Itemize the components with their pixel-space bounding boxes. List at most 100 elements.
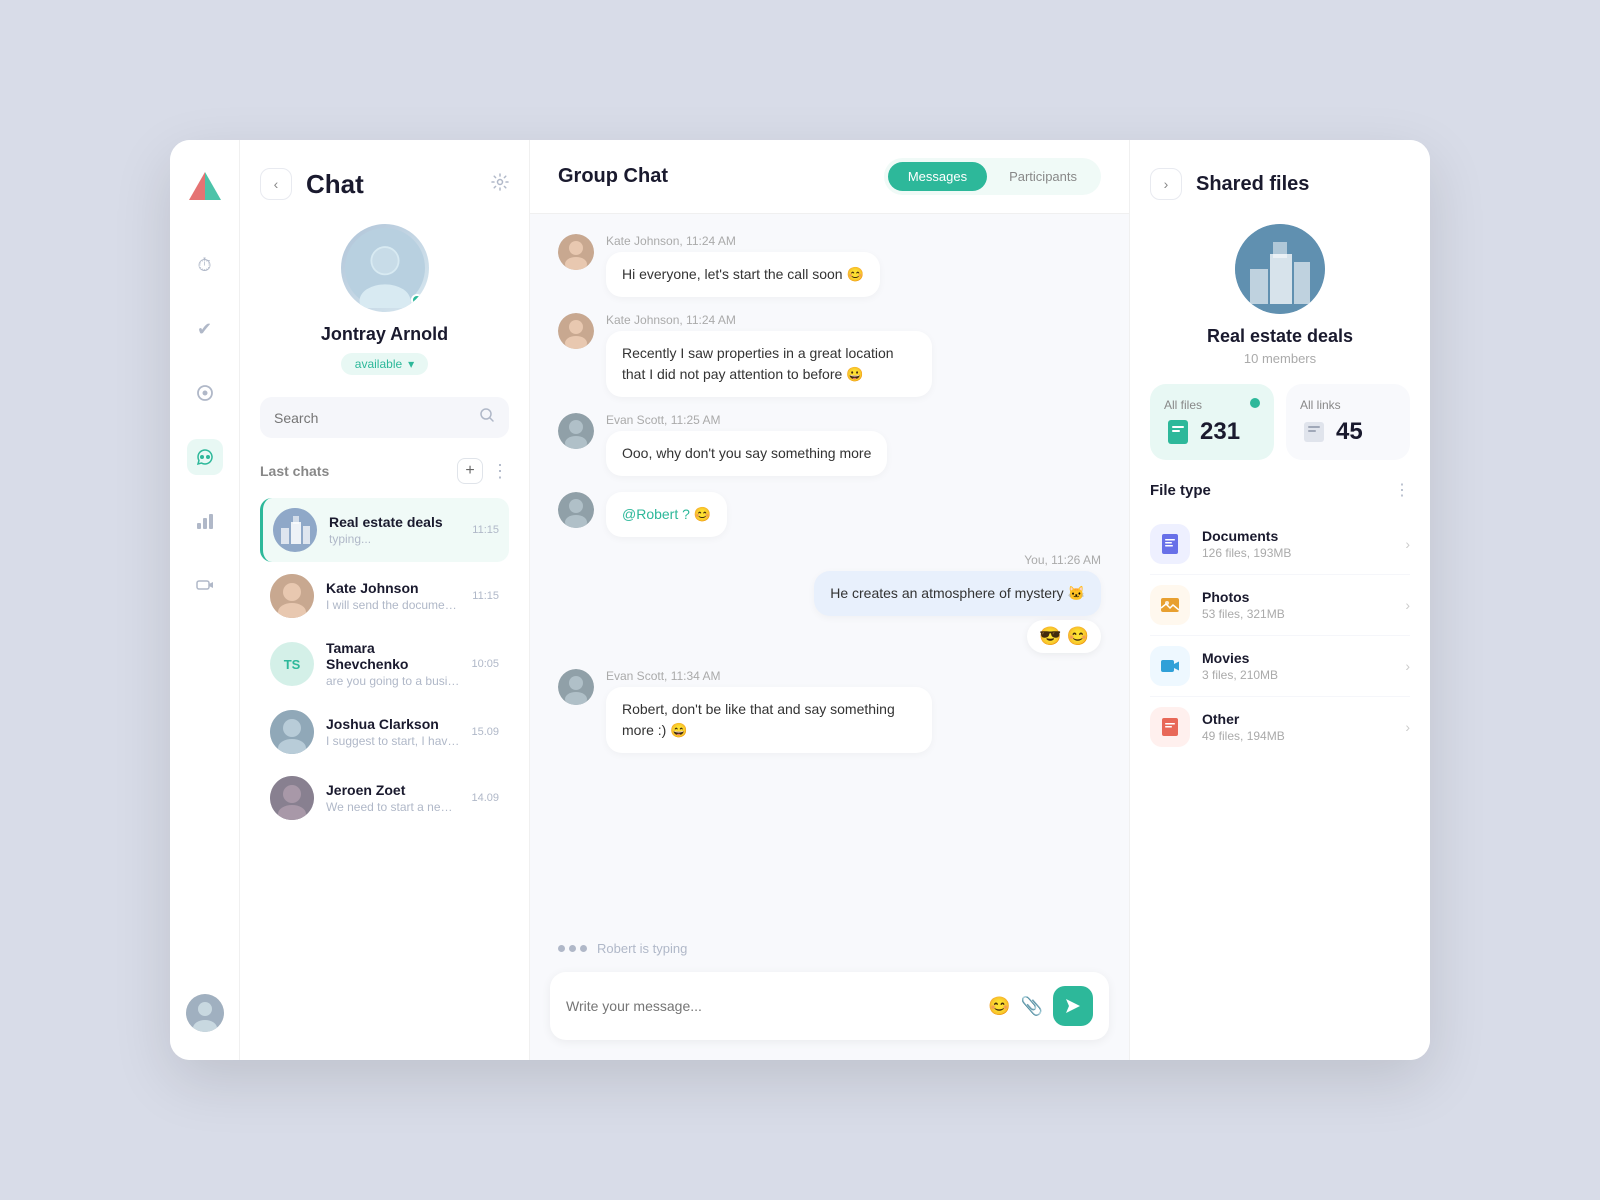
message-row-self: You, 11:26 AM He creates an atmosphere o… (558, 553, 1101, 653)
file-name: Other (1202, 711, 1393, 727)
last-chats-title: Last chats (260, 463, 329, 479)
msg-bubble: Hi everyone, let's start the call soon 😊 (606, 252, 880, 297)
right-back-button[interactable]: › (1150, 168, 1182, 200)
more-options-icon[interactable]: ⋮ (491, 461, 509, 482)
file-meta: 3 files, 210MB (1202, 668, 1393, 682)
msg-sender-self: You, 11:26 AM (1024, 553, 1101, 567)
chat-avatar-kate (270, 574, 314, 618)
message-input-area: 😊 📎 (550, 972, 1109, 1040)
chevron-right-icon: › (1405, 719, 1410, 735)
msg-content: Kate Johnson, 11:24 AM Hi everyone, let'… (606, 234, 880, 297)
nav-icon-tasks[interactable]: ✔ (187, 311, 223, 347)
chat-avatar-jeroen (270, 776, 314, 820)
file-type-more-icon[interactable]: ⋮ (1394, 480, 1410, 500)
documents-icon (1150, 524, 1190, 564)
file-name: Documents (1202, 528, 1393, 544)
nav-icon-chat[interactable] (187, 439, 223, 475)
chat-item-tamara[interactable]: TS Tamara Shevchenko are you going to a … (260, 630, 509, 698)
chat-avatar-tamara: TS (270, 642, 314, 686)
chat-name: Kate Johnson (326, 580, 460, 596)
shared-files-title: Shared files (1196, 173, 1309, 196)
chat-item-jeroen[interactable]: Jeroen Zoet We need to start a new re...… (260, 766, 509, 830)
chat-time: 10:05 (471, 658, 499, 670)
nav-icon-analytics[interactable] (187, 503, 223, 539)
msg-bubble: Ooo, why don't you say something more (606, 431, 887, 476)
files-stat-card[interactable]: All files 231 (1150, 384, 1274, 460)
tab-messages[interactable]: Messages (888, 162, 987, 191)
msg-avatar-evan (558, 413, 594, 449)
settings-icon[interactable] (491, 173, 509, 196)
file-item-movies[interactable]: Movies 3 files, 210MB › (1150, 636, 1410, 697)
file-item-documents[interactable]: Documents 126 files, 193MB › (1150, 514, 1410, 575)
chat-info-real-estate: Real estate deals typing... (329, 514, 460, 546)
msg-content: Kate Johnson, 11:24 AM Recently I saw pr… (606, 313, 932, 397)
back-button[interactable]: ‹ (260, 168, 292, 200)
message-row: Evan Scott, 11:34 AM Robert, don't be li… (558, 669, 1101, 753)
sidebar-header: ‹ Chat (260, 168, 509, 200)
message-input[interactable] (566, 998, 978, 1014)
profile-section: Jontray Arnold available ▾ (260, 224, 509, 375)
msg-content: @Robert ? 😊 (606, 492, 727, 537)
links-label: All links (1300, 398, 1396, 412)
chat-info-jeroen: Jeroen Zoet We need to start a new re... (326, 782, 459, 814)
movies-details: Movies 3 files, 210MB (1202, 650, 1393, 682)
other-icon (1150, 707, 1190, 747)
nav-icon-watch[interactable] (187, 375, 223, 411)
chat-preview: I will send the document s... (326, 598, 460, 612)
search-icon (479, 407, 495, 428)
file-name: Photos (1202, 589, 1393, 605)
tab-participants[interactable]: Participants (989, 162, 1097, 191)
right-panel: › Shared files Real estate deals 10 memb… (1130, 140, 1430, 1060)
msg-sender: Kate Johnson, 11:24 AM (606, 234, 880, 248)
attachment-icon[interactable]: 📎 (1021, 996, 1043, 1017)
search-input[interactable] (274, 410, 469, 426)
app-logo (187, 168, 223, 209)
profile-avatar (341, 224, 429, 312)
chat-header: Group Chat Messages Participants (530, 140, 1129, 214)
msg-sender: Kate Johnson, 11:24 AM (606, 313, 932, 327)
msg-bubble: Recently I saw properties in a great loc… (606, 331, 932, 397)
sidebar: ‹ Chat Jontray Arnold (240, 140, 530, 1060)
emoji-icon[interactable]: 😊 (988, 996, 1010, 1017)
file-item-photos[interactable]: Photos 53 files, 321MB › (1150, 575, 1410, 636)
user-avatar-nav[interactable] (186, 994, 224, 1032)
group-members: 10 members (1150, 351, 1410, 366)
typing-dots (558, 945, 587, 952)
chevron-right-icon: › (1405, 658, 1410, 674)
file-meta: 53 files, 321MB (1202, 607, 1393, 621)
chat-avatar-real-estate (273, 508, 317, 552)
chat-item-real-estate[interactable]: Real estate deals typing... 11:15 (260, 498, 509, 562)
message-row: Kate Johnson, 11:24 AM Hi everyone, let'… (558, 234, 1101, 297)
file-name: Movies (1202, 650, 1393, 666)
msg-bubble-mention: @Robert ? 😊 (606, 492, 727, 537)
search-box (260, 397, 509, 438)
nav-icon-history[interactable]: ⏱ (187, 247, 223, 283)
msg-sender: Evan Scott, 11:25 AM (606, 413, 887, 427)
chat-info-joshua: Joshua Clarkson I suggest to start, I ha… (326, 716, 459, 748)
status-badge[interactable]: available ▾ (341, 353, 428, 375)
chevron-right-icon: › (1405, 536, 1410, 552)
nav-icon-video[interactable] (187, 567, 223, 603)
msg-content: Evan Scott, 11:34 AM Robert, don't be li… (606, 669, 932, 753)
chat-name: Joshua Clarkson (326, 716, 459, 732)
chat-preview: typing... (329, 532, 460, 546)
chat-time: 11:15 (472, 590, 499, 602)
file-meta: 126 files, 193MB (1202, 546, 1393, 560)
msg-sender: Evan Scott, 11:34 AM (606, 669, 932, 683)
typing-indicator: Robert is typing (530, 931, 1129, 956)
chat-avatar-joshua (270, 710, 314, 754)
right-panel-header: › Shared files (1150, 168, 1410, 200)
chat-item-kate[interactable]: Kate Johnson I will send the document s.… (260, 564, 509, 628)
main-chat: Group Chat Messages Participants Kate Jo… (530, 140, 1130, 1060)
links-stat-card[interactable]: All links 45 (1286, 384, 1410, 460)
file-item-other[interactable]: Other 49 files, 194MB › (1150, 697, 1410, 757)
file-type-title: File type (1150, 482, 1211, 499)
chat-item-joshua[interactable]: Joshua Clarkson I suggest to start, I ha… (260, 700, 509, 764)
add-chat-button[interactable]: + (457, 458, 483, 484)
last-chats-header: Last chats + ⋮ (260, 458, 509, 484)
movies-icon (1150, 646, 1190, 686)
send-button[interactable] (1053, 986, 1093, 1026)
files-count: 231 (1200, 418, 1240, 446)
file-type-list: Documents 126 files, 193MB › Photos 53 f… (1150, 514, 1410, 757)
documents-details: Documents 126 files, 193MB (1202, 528, 1393, 560)
